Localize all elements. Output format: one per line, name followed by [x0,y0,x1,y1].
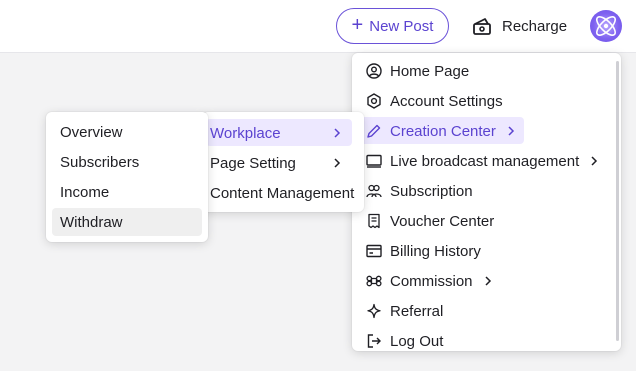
chevron-right-icon [483,275,493,287]
menu-item-live-broadcast-management[interactable]: Live broadcast management [352,146,621,176]
command-icon [366,273,382,289]
recharge-button[interactable]: Recharge [472,14,567,38]
account-dropdown-menu: Home Page Account Settings Creation Cent… [352,53,621,351]
submenu-item-income[interactable]: Income [46,177,208,207]
user-circle-icon [366,63,382,79]
chevron-right-icon [506,125,516,137]
menu-item-log-out[interactable]: Log Out [352,326,621,356]
users-icon [366,183,382,199]
scrollbar[interactable] [616,61,619,341]
creation-center-submenu: Workplace Page Setting Content Managemen… [202,112,364,212]
menu-item-voucher-center[interactable]: Voucher Center [352,206,621,236]
top-bar: + New Post Recharge [0,0,636,53]
chevron-right-icon [589,155,599,167]
submenu-item-subscribers[interactable]: Subscribers [46,147,208,177]
recharge-label: Recharge [502,17,568,35]
hexagon-settings-icon [366,93,382,109]
menu-item-subscription[interactable]: Subscription [352,176,621,206]
submenu-item-workplace[interactable]: Workplace [202,118,364,148]
receipt-icon [366,213,382,229]
card-icon [366,243,382,259]
menu-item-account-settings[interactable]: Account Settings [352,86,621,116]
sparkle-icon [366,303,382,319]
wallet-icon [472,17,492,35]
workplace-submenu: Overview Subscribers Income Withdraw [46,112,208,242]
submenu-item-page-setting[interactable]: Page Setting [202,148,364,178]
pencil-icon [366,123,382,139]
logout-icon [366,333,382,349]
submenu-item-overview[interactable]: Overview [46,117,208,147]
plus-icon: + [351,14,364,36]
menu-item-home-page[interactable]: Home Page [352,56,621,86]
new-post-button[interactable]: + New Post [336,8,449,44]
avatar[interactable] [590,10,622,42]
menu-item-billing-history[interactable]: Billing History [352,236,621,266]
monitor-icon [366,153,382,169]
new-post-label: New Post [369,17,434,35]
submenu-item-withdraw[interactable]: Withdraw [46,207,208,237]
menu-item-referral[interactable]: Referral [352,296,621,326]
menu-item-commission[interactable]: Commission [352,266,621,296]
menu-item-creation-center[interactable]: Creation Center [352,116,621,146]
atom-logo-icon [596,16,616,36]
submenu-item-content-management[interactable]: Content Management [202,178,364,208]
chevron-right-icon [332,157,342,169]
chevron-right-icon [332,127,342,139]
